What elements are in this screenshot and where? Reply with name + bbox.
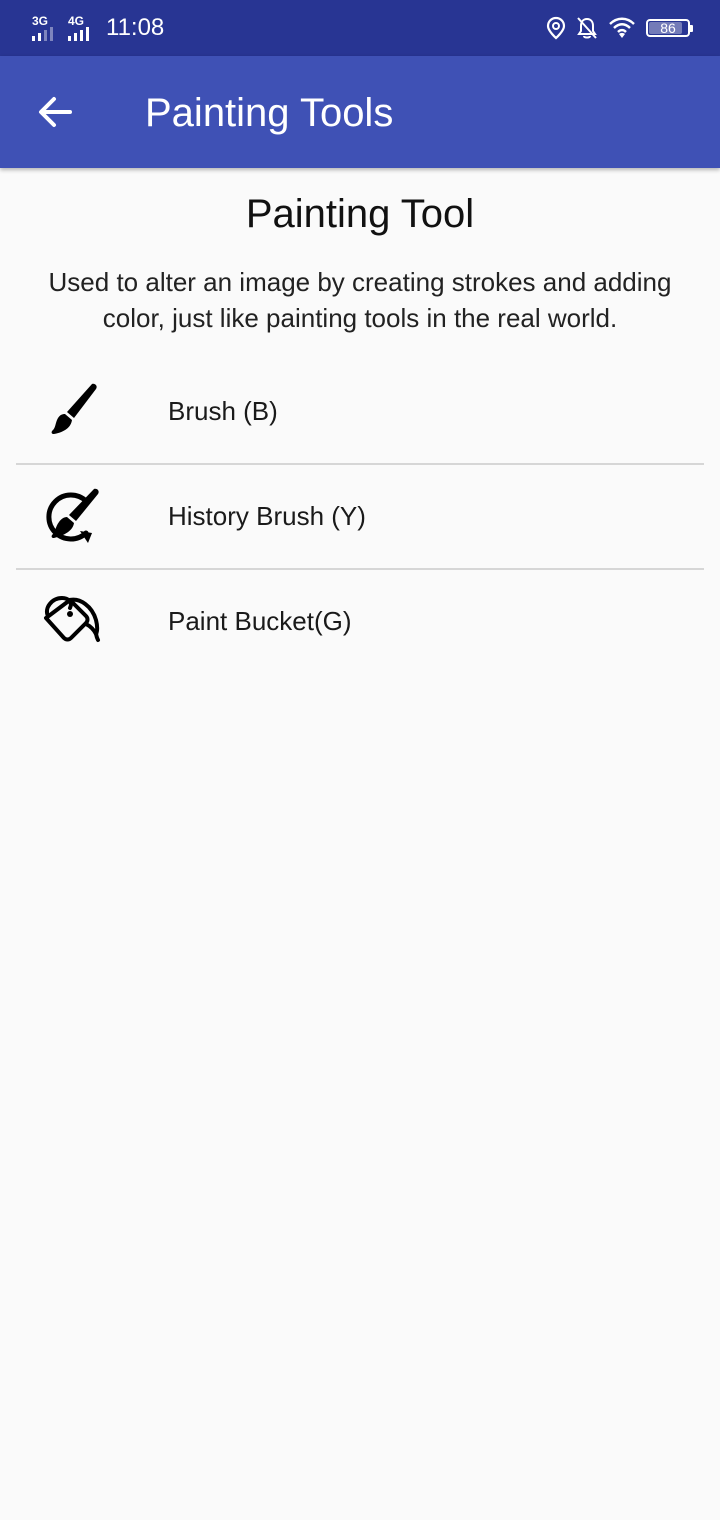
location-icon bbox=[546, 16, 566, 40]
signal-bars-icon bbox=[68, 27, 89, 41]
app-bar: Painting Tools bbox=[0, 56, 720, 168]
tool-item-brush[interactable]: Brush (B) bbox=[16, 360, 704, 465]
network-4g-indicator: 4G bbox=[66, 13, 96, 43]
status-right: 86 bbox=[546, 10, 693, 46]
tool-item-history-brush[interactable]: History Brush (Y) bbox=[16, 465, 704, 570]
network-4g-label: 4G bbox=[68, 14, 85, 28]
battery-percent: 86 bbox=[660, 20, 676, 36]
back-button[interactable] bbox=[28, 84, 84, 140]
signal-bars-icon bbox=[32, 27, 53, 41]
history-brush-icon bbox=[46, 488, 99, 543]
tool-label: Paint Bucket(G) bbox=[168, 606, 352, 636]
network-3g-indicator: 3G bbox=[30, 13, 60, 43]
brush-icon bbox=[51, 383, 97, 434]
status-bar: 3G 4G 11:08 86 bbox=[0, 0, 720, 56]
tool-label: History Brush (Y) bbox=[168, 501, 366, 531]
paint-bucket-icon bbox=[44, 595, 100, 642]
notifications-off-icon bbox=[577, 17, 597, 39]
main-content: Painting Tool Used to alter an image by … bbox=[0, 168, 720, 673]
page-title: Painting Tools bbox=[145, 91, 394, 135]
status-left: 3G 4G 11:08 bbox=[30, 10, 164, 46]
tool-list: Brush (B) History Brush (Y) Paint Bucket… bbox=[16, 360, 704, 673]
section-description: Used to alter an image by creating strok… bbox=[48, 267, 672, 333]
tool-item-paint-bucket[interactable]: Paint Bucket(G) bbox=[16, 570, 704, 673]
section-title: Painting Tool bbox=[245, 192, 475, 236]
wifi-icon bbox=[609, 17, 635, 38]
network-3g-label: 3G bbox=[32, 14, 49, 28]
battery-icon: 86 bbox=[646, 19, 693, 37]
clock: 11:08 bbox=[106, 14, 165, 41]
arrow-back-icon bbox=[39, 97, 72, 127]
tool-label: Brush (B) bbox=[168, 396, 278, 426]
